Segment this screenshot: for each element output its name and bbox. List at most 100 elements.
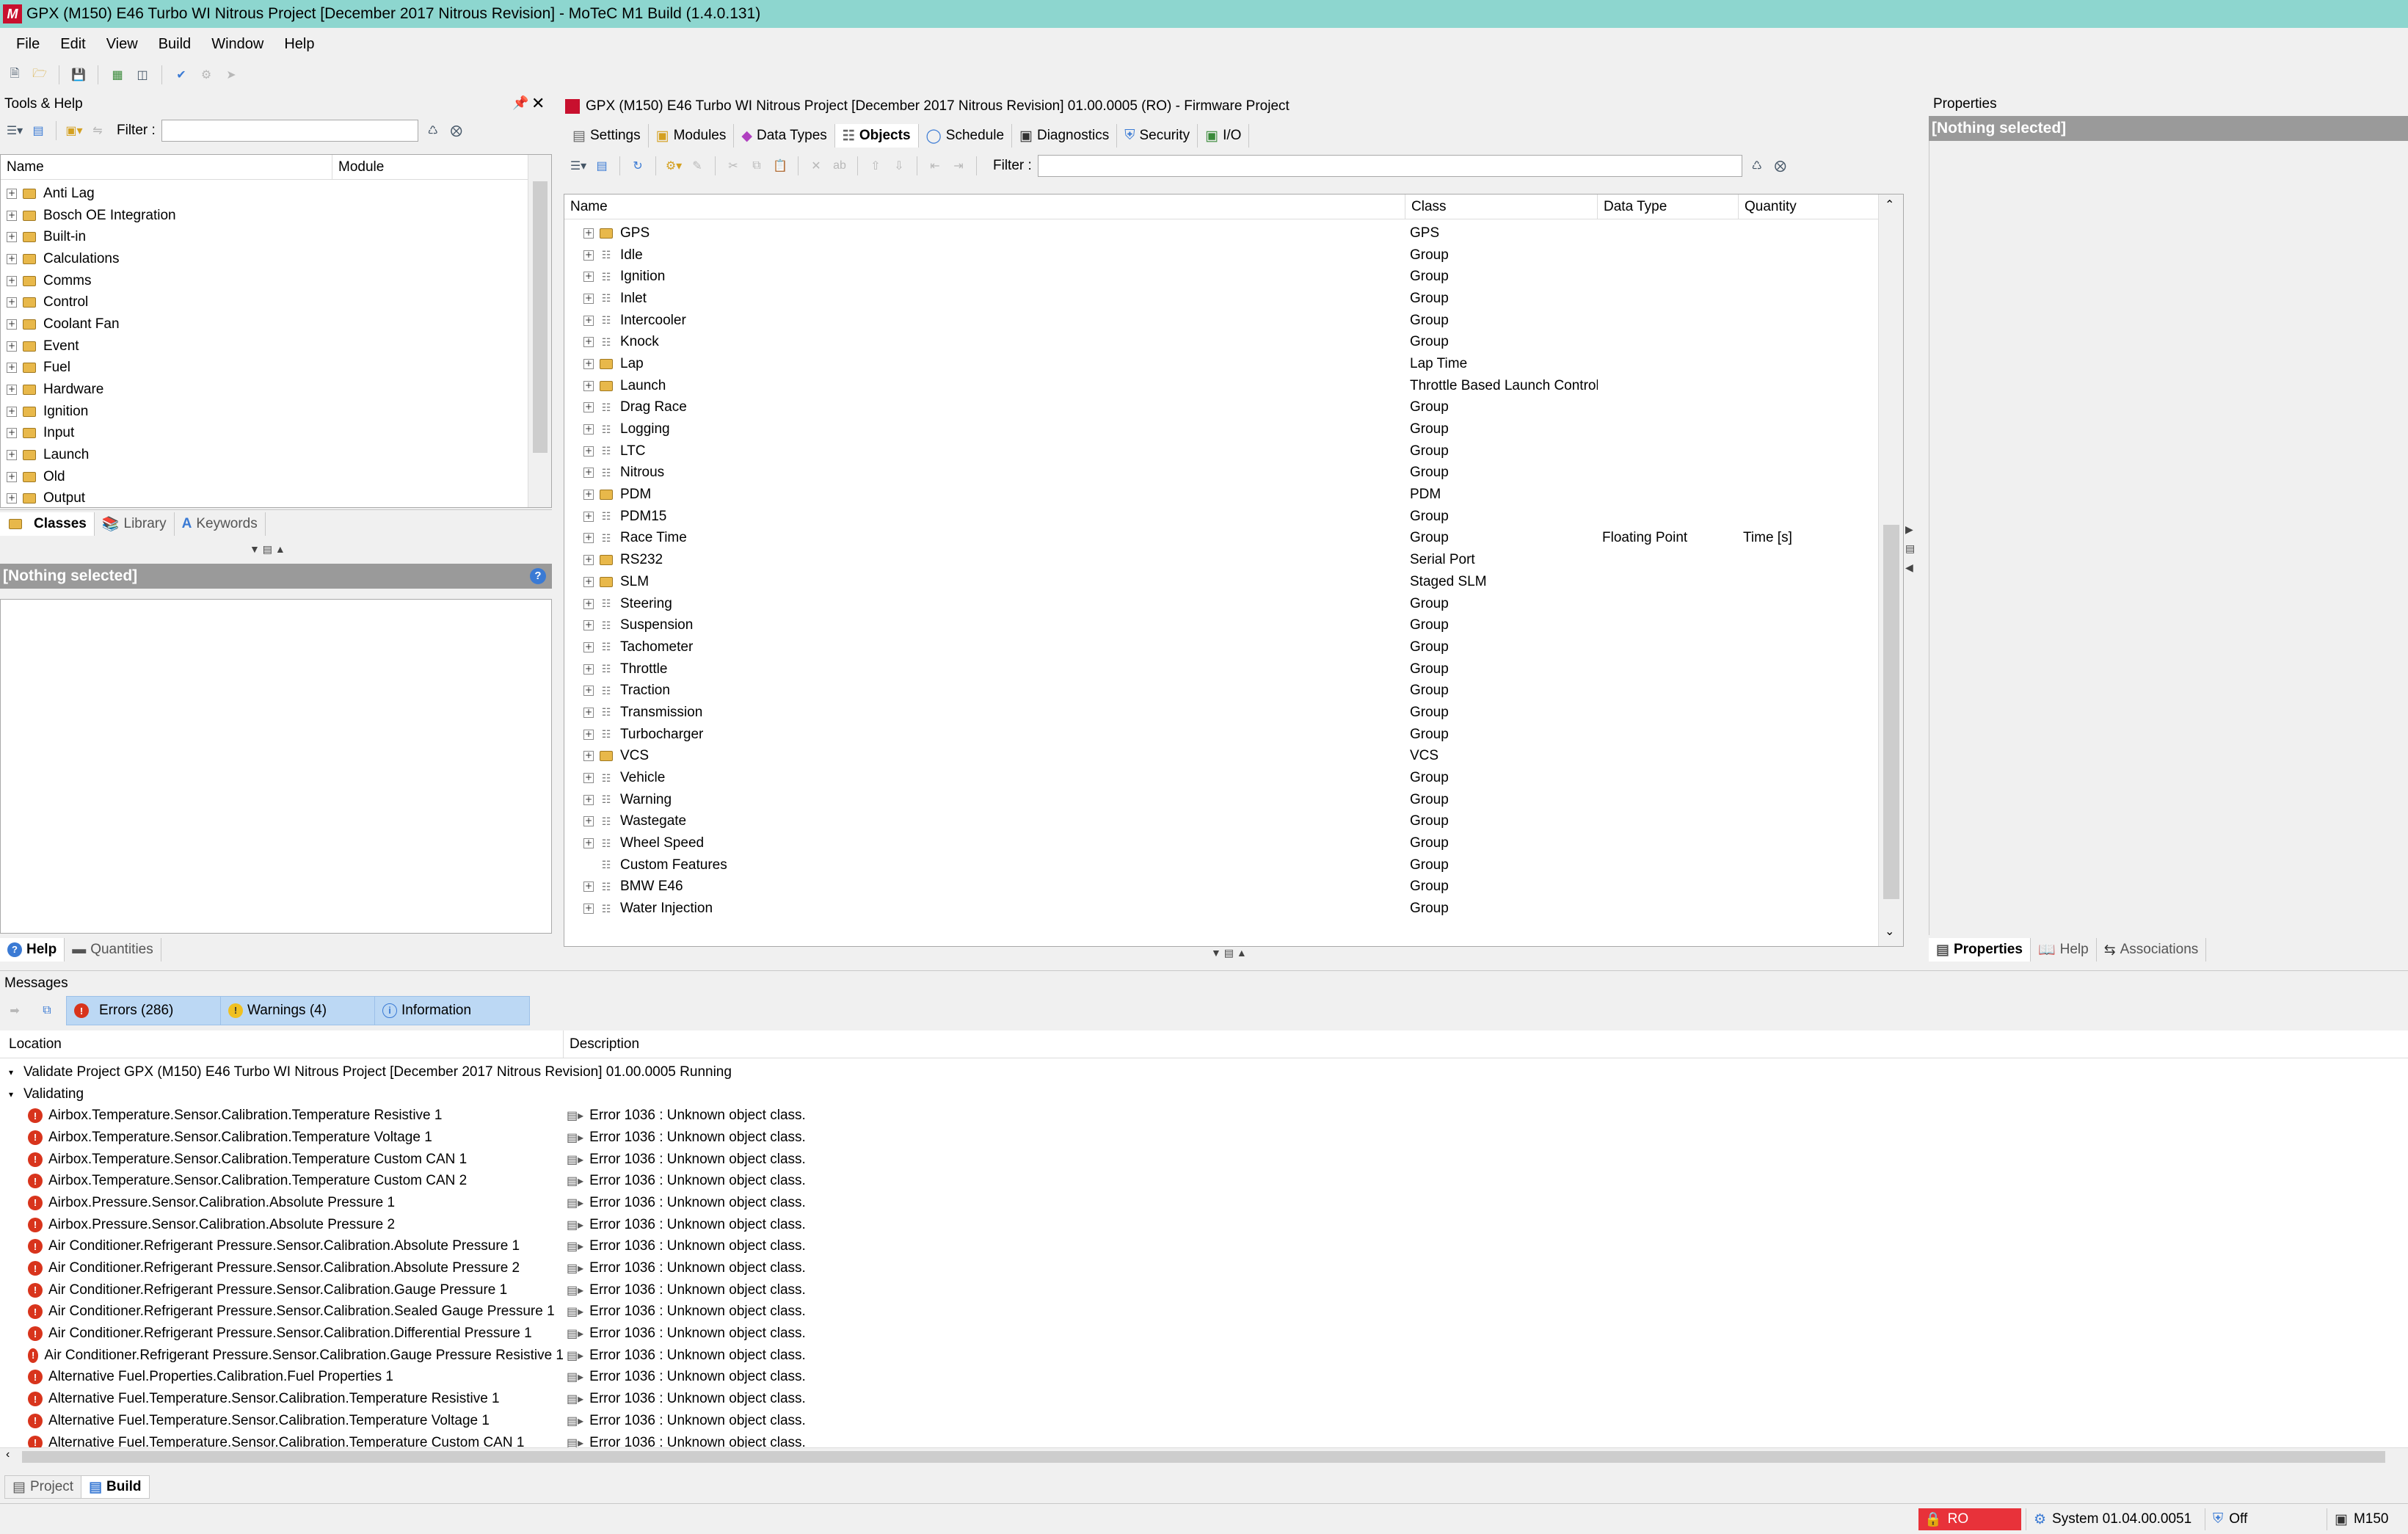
tools-tree-item[interactable]: + Control — [7, 291, 551, 313]
tab-keywords[interactable]: A Keywords — [175, 512, 266, 536]
object-row[interactable]: + RS232 Serial Port — [564, 549, 1903, 571]
message-row[interactable]: ! Air Conditioner.Refrigerant Pressure.Se… — [0, 1236, 2408, 1258]
tab-build[interactable]: ▤ Build — [81, 1475, 150, 1499]
collapse-icon[interactable]: ▾ — [9, 1089, 13, 1099]
message-row[interactable]: ! Air Conditioner.Refrigerant Pressure.Se… — [0, 1257, 2408, 1279]
grid-view-icon[interactable]: ▦ — [109, 66, 126, 84]
scroll-down-icon[interactable]: ⌄ — [1885, 924, 1894, 939]
tab-library[interactable]: 📚 Library — [95, 512, 175, 536]
cut-icon[interactable]: ✂ — [724, 157, 742, 175]
expand-icon[interactable]: + — [583, 904, 594, 915]
message-row[interactable]: ! Airbox.Pressure.Sensor.Calibration.Abso… — [0, 1192, 2408, 1214]
expand-icon[interactable]: + — [583, 773, 594, 784]
expand-icon[interactable]: + — [7, 493, 17, 504]
menu-window[interactable]: Window — [201, 36, 274, 53]
message-row[interactable]: ! Airbox.Temperature.Sensor.Calibration.T… — [0, 1149, 2408, 1171]
build-icon[interactable]: ⚙ — [197, 66, 215, 84]
expand-icon[interactable]: + — [583, 293, 594, 304]
object-row[interactable]: + ☷ BMW E46 Group — [564, 876, 1903, 898]
message-row[interactable]: ! Alternative Fuel.Temperature.Sensor.Cal… — [0, 1388, 2408, 1410]
send-icon[interactable]: ➤ — [222, 66, 240, 84]
refresh-icon[interactable]: ↻ — [629, 157, 647, 175]
tab-properties[interactable]: ▤ Properties — [1929, 938, 2031, 962]
expand-icon[interactable]: + — [583, 250, 594, 261]
tab-project[interactable]: ▤ Project — [4, 1475, 82, 1499]
object-row[interactable]: + ☷ Transmission Group — [564, 702, 1903, 724]
message-row[interactable]: ! Airbox.Temperature.Sensor.Calibration.T… — [0, 1170, 2408, 1192]
system-version-status[interactable]: ⚙ System 01.04.00.0051 — [2026, 1508, 2191, 1530]
expand-icon[interactable]: + — [583, 424, 594, 435]
expand-icon[interactable]: + — [7, 450, 17, 461]
objects-filter-input[interactable] — [1037, 155, 1742, 177]
tab-modules[interactable]: ▣ Modules — [649, 124, 735, 148]
expand-icon[interactable]: + — [7, 319, 17, 330]
validate-icon[interactable]: ✔ — [172, 66, 190, 84]
object-row[interactable]: + ☷ Turbocharger Group — [564, 724, 1903, 746]
cancel-filter-icon[interactable]: ⨂ — [1772, 157, 1789, 175]
splitter-controls[interactable]: ▼ ▤ ▲ — [1211, 947, 1247, 959]
object-row[interactable]: + VCS VCS — [564, 746, 1903, 768]
object-row[interactable]: + ☷ Nitrous Group — [564, 462, 1903, 484]
message-header-row[interactable]: ▾ Validating — [0, 1083, 2408, 1105]
column-quantity[interactable]: Quantity — [1739, 199, 1797, 215]
copy-icon[interactable]: ⧉ — [748, 157, 765, 175]
menu-view[interactable]: View — [96, 36, 148, 53]
view-options-icon[interactable]: ☰▾ — [570, 157, 587, 175]
objects-scrollbar[interactable]: ⌃ ⌄ — [1878, 195, 1903, 946]
expand-icon[interactable]: + — [583, 794, 594, 805]
object-row[interactable]: + ☷ Vehicle Group — [564, 767, 1903, 789]
tools-tree-item[interactable]: + Old — [7, 466, 551, 488]
tools-scrollbar[interactable] — [528, 155, 551, 507]
tools-tree-item[interactable]: + Input — [7, 423, 551, 445]
new-object-icon[interactable]: ⚙▾ — [665, 157, 683, 175]
menu-file[interactable]: File — [6, 36, 50, 53]
cancel-filter-icon[interactable]: ⨂ — [448, 122, 465, 139]
object-row[interactable]: + Launch Throttle Based Launch Control — [564, 375, 1903, 397]
expand-icon[interactable]: + — [583, 468, 594, 479]
copy-messages-icon[interactable]: ⧉ — [38, 1002, 56, 1019]
new-file-icon[interactable]: 🗎 — [6, 66, 23, 84]
expand-icon[interactable]: + — [583, 358, 594, 369]
message-row[interactable]: ! Air Conditioner.Refrigerant Pressure.Se… — [0, 1345, 2408, 1367]
object-row[interactable]: ☷ Custom Features Group — [564, 854, 1903, 876]
expand-icon[interactable]: + — [583, 380, 594, 391]
expand-icon[interactable]: + — [583, 576, 594, 587]
column-description[interactable]: Description — [564, 1036, 639, 1053]
object-row[interactable]: + ☷ Water Injection Group — [564, 898, 1903, 920]
expand-icon[interactable]: + — [7, 232, 17, 243]
object-row[interactable]: + ☷ Idle Group — [564, 244, 1903, 266]
column-class[interactable]: Class — [1405, 195, 1598, 219]
tab-data-types[interactable]: ◆ Data Types — [734, 124, 835, 148]
open-folder-icon[interactable]: 🗁 — [31, 66, 48, 84]
column-data-type[interactable]: Data Type — [1598, 195, 1739, 219]
expand-icon[interactable]: + — [583, 707, 594, 718]
tools-tree-item[interactable]: + Launch — [7, 444, 551, 466]
object-row[interactable]: + ☷ Knock Group — [564, 331, 1903, 353]
object-row[interactable]: + ☷ Warning Group — [564, 789, 1903, 811]
expand-icon[interactable]: + — [583, 533, 594, 544]
filter-information[interactable]: i Information — [375, 997, 529, 1025]
expand-icon[interactable]: + — [7, 471, 17, 482]
save-icon[interactable]: 💾 — [70, 66, 87, 84]
object-row[interactable]: + ☷ Inlet Group — [564, 288, 1903, 310]
link-icon[interactable]: ⇋ — [89, 122, 106, 139]
delete-icon[interactable]: ✕ — [807, 157, 825, 175]
collapse-all-icon[interactable]: ⇥ — [950, 157, 967, 175]
paste-icon[interactable]: 📋 — [771, 157, 789, 175]
layout-icon[interactable]: ◫ — [134, 66, 151, 84]
tools-tree-item[interactable]: + Anti Lag — [7, 183, 551, 205]
tab-associations[interactable]: ⇆ Associations — [2097, 938, 2207, 962]
side-splitter-controls[interactable]: ▶ ▤ ◀ — [1905, 520, 1915, 577]
tab-quantities[interactable]: ▬ Quantities — [65, 938, 161, 962]
object-row[interactable]: + ☷ Race Time Group Floating Point Time [s] — [564, 528, 1903, 550]
expand-icon[interactable]: + — [583, 620, 594, 631]
menu-edit[interactable]: Edit — [50, 36, 95, 53]
expand-icon[interactable]: + — [583, 664, 594, 675]
help-icon[interactable]: ? — [530, 568, 546, 584]
tab-diagnostics[interactable]: ▣ Diagnostics — [1012, 124, 1118, 148]
expand-icon[interactable]: + — [583, 272, 594, 283]
clear-filter-icon[interactable]: ♺ — [1748, 157, 1766, 175]
close-icon[interactable]: ✕ — [531, 94, 545, 113]
message-row[interactable]: ! Airbox.Pressure.Sensor.Calibration.Abso… — [0, 1214, 2408, 1236]
tab-io[interactable]: ▣ I/O — [1198, 124, 1250, 148]
